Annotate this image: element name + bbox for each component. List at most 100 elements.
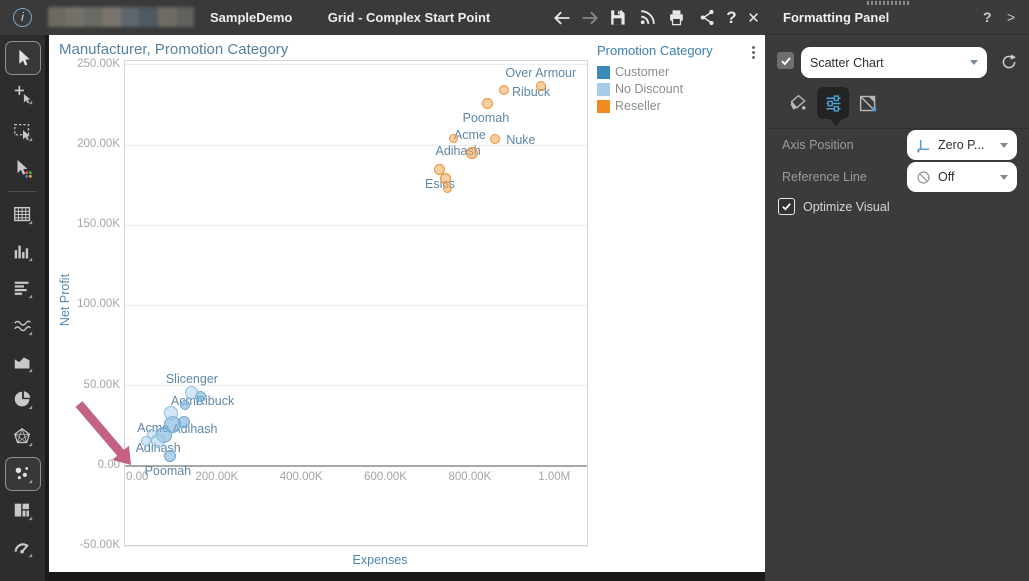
- axis-position-label: Axis Position: [782, 138, 854, 152]
- selected-tab-notch: [830, 119, 842, 126]
- x-axis-tick-label: 1.00M: [538, 470, 571, 483]
- scatter-chart-tool[interactable]: [4, 457, 41, 491]
- line-chart-tool[interactable]: [5, 309, 41, 343]
- legend-item[interactable]: Customer: [597, 65, 761, 79]
- scatter-point-no_discount[interactable]: [163, 405, 178, 420]
- panel-help-icon[interactable]: ?: [983, 0, 992, 35]
- annotation-arrow: [75, 401, 131, 465]
- reference-line-dropdown[interactable]: Off: [907, 162, 1017, 192]
- back-icon[interactable]: [549, 5, 574, 30]
- legend-item-label: No Discount: [615, 82, 684, 96]
- legend-item-label: Customer: [615, 65, 670, 79]
- point-label: Acme: [453, 128, 486, 143]
- scatter-point-no_discount[interactable]: [151, 433, 166, 448]
- radar-chart-tool[interactable]: [5, 420, 41, 454]
- axis-position-dropdown[interactable]: Zero P...: [907, 130, 1017, 160]
- bar-chart-tool[interactable]: [5, 235, 41, 269]
- scatter-point-reseller[interactable]: [481, 97, 493, 109]
- reset-formatting-button[interactable]: [997, 50, 1021, 74]
- rectangle-select-tool[interactable]: [5, 115, 41, 149]
- x-axis-tick-label: 800.00K: [448, 470, 492, 483]
- scatter-chart-item[interactable]: Manufacturer, Promotion Category -50.00K…: [49, 35, 765, 581]
- save-icon[interactable]: [605, 5, 630, 30]
- redacted-project-name: [48, 7, 194, 27]
- info-icon[interactable]: i: [13, 8, 32, 27]
- legend-swatch: [597, 82, 610, 96]
- tools-toolbar: [0, 35, 47, 581]
- legend-item[interactable]: No Discount: [597, 82, 761, 96]
- grid-item-tool[interactable]: [5, 198, 41, 232]
- point-label: Over Armour: [505, 65, 577, 80]
- formatting-panel: Formatting Panel ? > Scatter Chart Axis …: [765, 0, 1029, 581]
- print-icon[interactable]: [664, 5, 689, 30]
- tab-conditional-formatting[interactable]: [852, 87, 884, 119]
- scatter-point-no_discount[interactable]: [140, 435, 151, 446]
- legend: Promotion Category Customer No Discount Re…: [597, 43, 761, 116]
- chevron-down-icon: [1000, 142, 1008, 148]
- chart-type-dropdown[interactable]: Scatter Chart: [801, 47, 987, 78]
- scatter-point-reseller[interactable]: [439, 173, 451, 185]
- row-chart-tool[interactable]: [5, 272, 41, 306]
- optimize-visual-label: Optimize Visual: [803, 200, 890, 214]
- legend-item-label: Reseller: [615, 99, 661, 113]
- x-axis-tick-label: 400.00K: [279, 470, 323, 483]
- chart-type-value: Scatter Chart: [810, 55, 884, 70]
- off-icon: [917, 170, 930, 184]
- point-label: Slicenger: [165, 372, 218, 387]
- scatter-point-reseller[interactable]: [466, 147, 478, 160]
- tab-appearance[interactable]: [782, 87, 814, 119]
- panel-divider: [765, 128, 1029, 129]
- y-axis-tick-label: 250.00K: [77, 57, 120, 70]
- y-axis-tick-label: 200.00K: [77, 138, 120, 150]
- area-chart-tool[interactable]: [5, 346, 41, 380]
- y-gridline: [124, 224, 588, 226]
- scatter-point-reseller[interactable]: [536, 80, 547, 91]
- treemap-tool[interactable]: [5, 494, 41, 528]
- scatter-point-reseller[interactable]: [442, 183, 452, 193]
- reference-line-label: Reference Line: [782, 170, 867, 184]
- x-axis-tick-label: 600.00K: [364, 470, 407, 483]
- gauge-tool[interactable]: [5, 531, 41, 565]
- legend-title: Promotion Category: [597, 43, 713, 58]
- legend-swatch: [597, 99, 610, 113]
- bottom-strip: [49, 572, 765, 581]
- point-label: Poomah: [144, 464, 192, 479]
- share-icon[interactable]: [695, 5, 720, 30]
- scatter-point-reseller[interactable]: [499, 85, 510, 96]
- panel-collapse-icon[interactable]: >: [1007, 0, 1015, 35]
- add-item-tool[interactable]: [5, 78, 41, 112]
- legend-menu-kebab-icon[interactable]: [752, 46, 755, 59]
- y-gridline: [124, 545, 588, 547]
- multi-select-tool[interactable]: [5, 152, 41, 186]
- close-icon[interactable]: ✕: [741, 5, 766, 30]
- y-gridline: [124, 304, 588, 306]
- tab-layout-options[interactable]: [817, 87, 849, 119]
- point-label: Poomah: [462, 110, 510, 125]
- y-axis-tick-label: -50.00K: [79, 539, 120, 551]
- pie-chart-tool[interactable]: [5, 383, 41, 417]
- document-title: SampleDemo: [210, 10, 293, 25]
- data-feed-icon[interactable]: [635, 5, 660, 30]
- y-axis-tick-label: 0.00: [97, 458, 120, 471]
- scatter-point-no_discount[interactable]: [184, 385, 198, 399]
- item-enabled-checkbox[interactable]: [777, 52, 794, 69]
- y-axis-tick-label: 50.00K: [83, 378, 120, 391]
- reference-line-value: Off: [938, 170, 955, 184]
- forward-icon[interactable]: [577, 5, 602, 30]
- x-axis-title: Expenses: [352, 553, 408, 567]
- scatter-point-customer[interactable]: [180, 399, 191, 410]
- formatting-panel-header: Formatting Panel ? >: [765, 0, 1029, 35]
- axis-position-value: Zero P...: [938, 138, 985, 152]
- dashboard-title: Grid - Complex Start Point: [327, 10, 491, 25]
- pointer-tool[interactable]: [4, 41, 41, 75]
- axis-position-icon: [917, 139, 930, 152]
- x-axis-zero-line: [124, 464, 588, 467]
- scatter-point-customer[interactable]: [163, 450, 176, 463]
- scatter-point-reseller[interactable]: [490, 133, 501, 144]
- optimize-visual-checkbox[interactable]: [778, 198, 795, 215]
- y-axis-tick-label: 100.00K: [77, 298, 120, 311]
- point-label: Nuke: [506, 133, 536, 148]
- chevron-down-icon: [1000, 174, 1008, 180]
- toolbar-divider: [8, 191, 37, 192]
- legend-item[interactable]: Reseller: [597, 99, 761, 113]
